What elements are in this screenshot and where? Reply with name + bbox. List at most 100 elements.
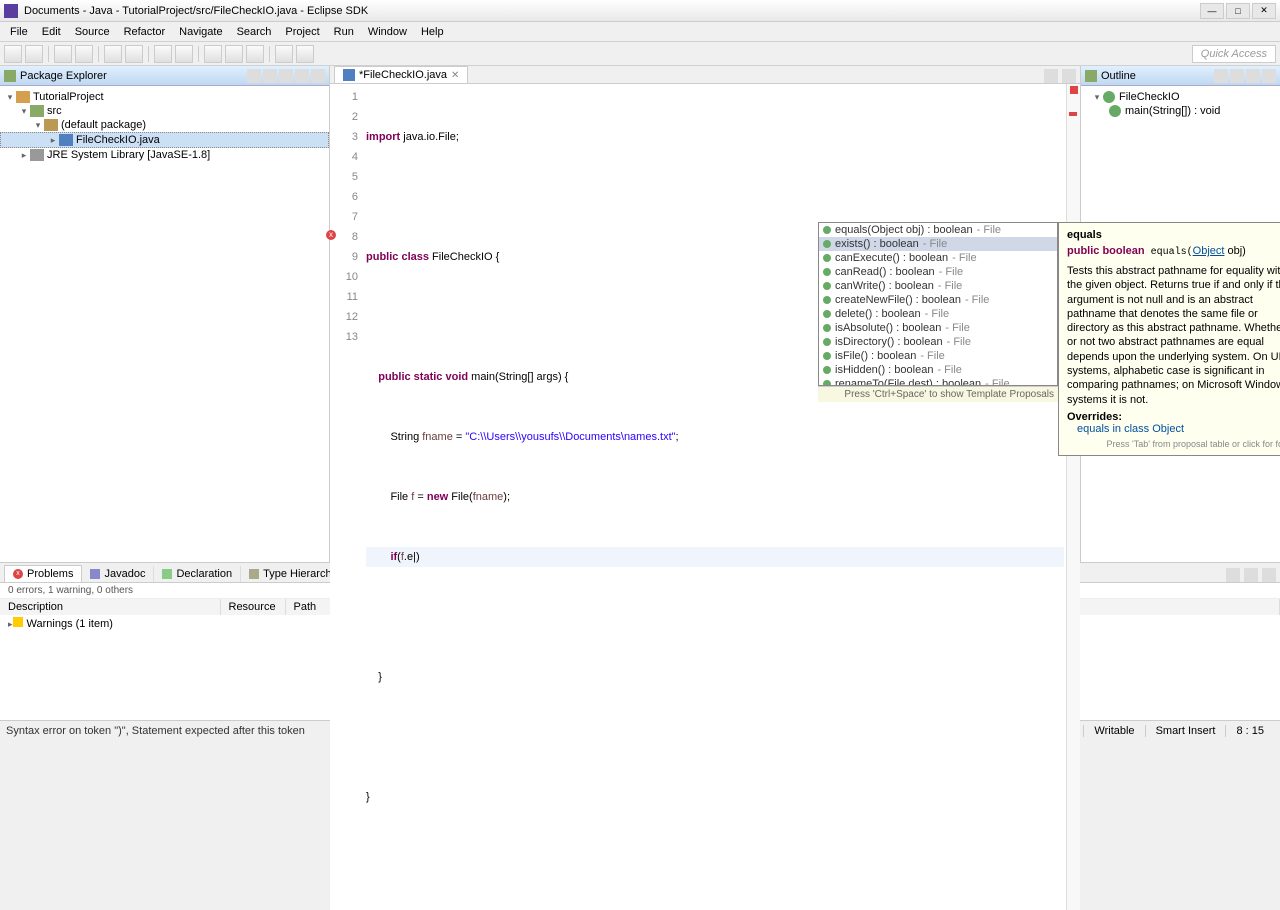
maximize-view-button[interactable] [1262,69,1276,83]
toolbar: Quick Access [0,42,1280,66]
minimize-view-button[interactable] [1244,568,1258,582]
link-editor-button[interactable] [247,69,261,83]
autocomplete-item[interactable]: isFile() : boolean - File [819,349,1057,363]
view-menu-button[interactable] [279,69,293,83]
declaration-icon [162,569,172,579]
autocomplete-item[interactable]: canWrite() : boolean - File [819,279,1057,293]
minimize-view-button[interactable] [295,69,309,83]
outline-label: FileCheckIO [1119,91,1180,103]
maximize-view-button[interactable] [311,69,325,83]
maximize-view-button[interactable] [1262,568,1276,582]
menu-help[interactable]: Help [415,24,450,40]
outline-icon [1085,70,1097,82]
sort-button[interactable] [1214,69,1228,83]
autocomplete-item[interactable]: isAbsolute() : boolean - File [819,321,1057,335]
close-button[interactable]: ✕ [1252,3,1276,19]
autocomplete-item[interactable]: equals(Object obj) : boolean - File [819,223,1057,237]
tree-project[interactable]: ▾ TutorialProject [0,90,329,104]
project-icon [16,91,30,103]
project-tree: ▾ TutorialProject ▾ src ▾ (default packa… [0,86,329,166]
expand-icon[interactable]: ▾ [1091,92,1103,103]
menu-edit[interactable]: Edit [36,24,67,40]
run-button[interactable] [75,45,93,63]
minimize-editor-button[interactable] [1044,69,1058,83]
editor-tab[interactable]: *FileCheckIO.java ✕ [334,66,468,83]
menu-file[interactable]: File [4,24,34,40]
autocomplete-item[interactable]: canExecute() : boolean - File [819,251,1057,265]
prev-annotation-button[interactable] [246,45,264,63]
search-button[interactable] [175,45,193,63]
autocomplete-doc: equals public boolean equals(Object obj)… [1058,222,1280,456]
outline-class[interactable]: ▾ FileCheckIO [1087,90,1274,104]
tab-problems[interactable]: xProblems [4,565,82,582]
code-editor[interactable]: 1 2 3 4 5 6 7 8 9 10 11 12 13 import jav… [330,84,1080,910]
autocomplete-item[interactable]: canRead() : boolean - File [819,265,1057,279]
open-type-button[interactable] [154,45,172,63]
col-resource[interactable]: Resource [220,599,285,615]
tree-label: (default package) [61,119,146,131]
menu-refactor[interactable]: Refactor [118,24,172,40]
method-icon [823,310,831,318]
overrides-link[interactable]: equals in class Object [1067,423,1280,435]
collapse-all-button[interactable] [263,69,277,83]
minimize-button[interactable]: — [1200,3,1224,19]
error-indicator-icon [1070,86,1078,94]
method-icon [823,352,831,360]
expand-icon[interactable]: ▾ [18,106,30,117]
autocomplete-item[interactable]: exists() : boolean - File [819,237,1057,251]
tree-file[interactable]: ▸ FileCheckIO.java [0,132,329,148]
tab-javadoc[interactable]: Javadoc [82,566,154,582]
autocomplete-item[interactable]: createNewFile() : boolean - File [819,293,1057,307]
outline-label: main(String[]) : void [1125,105,1220,117]
tree-package[interactable]: ▾ (default package) [0,118,329,132]
tree-src[interactable]: ▾ src [0,104,329,118]
menu-navigate[interactable]: Navigate [173,24,228,40]
view-menu-button[interactable] [1230,69,1244,83]
expand-icon[interactable]: ▸ [18,150,30,161]
new-package-button[interactable] [104,45,122,63]
debug-button[interactable] [54,45,72,63]
menu-source[interactable]: Source [69,24,116,40]
overview-ruler[interactable] [1066,84,1080,910]
autocomplete-item[interactable]: isHidden() : boolean - File [819,363,1057,377]
menu-run[interactable]: Run [328,24,360,40]
save-button[interactable] [25,45,43,63]
autocomplete-item[interactable]: isDirectory() : boolean - File [819,335,1057,349]
error-marker[interactable] [1069,112,1077,116]
next-annotation-button[interactable] [225,45,243,63]
outline-method[interactable]: main(String[]) : void [1087,104,1274,118]
new-class-button[interactable] [125,45,143,63]
new-button[interactable] [4,45,22,63]
menu-window[interactable]: Window [362,24,413,40]
autocomplete-item[interactable]: renameTo(File dest) : boolean - File [819,377,1057,386]
quick-access[interactable]: Quick Access [1192,45,1276,63]
view-menu-button[interactable] [1226,568,1240,582]
tab-declaration[interactable]: Declaration [154,566,241,582]
close-tab-button[interactable]: ✕ [451,70,459,81]
editor-tab-label: *FileCheckIO.java [359,69,447,81]
expand-icon[interactable]: ▾ [4,92,16,103]
back-button[interactable] [275,45,293,63]
warning-icon [13,617,23,627]
col-description[interactable]: Description [0,599,220,615]
line-gutter: 1 2 3 4 5 6 7 8 9 10 11 12 13 [330,84,364,910]
menu-project[interactable]: Project [279,24,325,40]
outline-title: Outline [1101,70,1212,82]
method-icon [823,240,831,248]
maximize-editor-button[interactable] [1062,69,1076,83]
autocomplete-item[interactable]: delete() : boolean - File [819,307,1057,321]
minimize-view-button[interactable] [1246,69,1260,83]
hierarchy-icon [249,569,259,579]
expand-icon[interactable]: ▸ [47,135,59,146]
autocomplete-list[interactable]: equals(Object obj) : boolean - Fileexist… [818,222,1058,386]
maximize-button[interactable]: □ [1226,3,1250,19]
expand-icon[interactable]: ▾ [32,120,44,131]
forward-button[interactable] [296,45,314,63]
tree-label: FileCheckIO.java [76,134,160,146]
status-insert-mode: Smart Insert [1145,725,1226,737]
tree-jre[interactable]: ▸ JRE System Library [JavaSE-1.8] [0,148,329,162]
menu-search[interactable]: Search [231,24,278,40]
toggle-mark-button[interactable] [204,45,222,63]
editor-panel: *FileCheckIO.java ✕ 1 2 3 4 5 6 7 8 9 10… [330,66,1080,562]
doc-body: Tests this abstract pathname for equalit… [1067,264,1280,407]
